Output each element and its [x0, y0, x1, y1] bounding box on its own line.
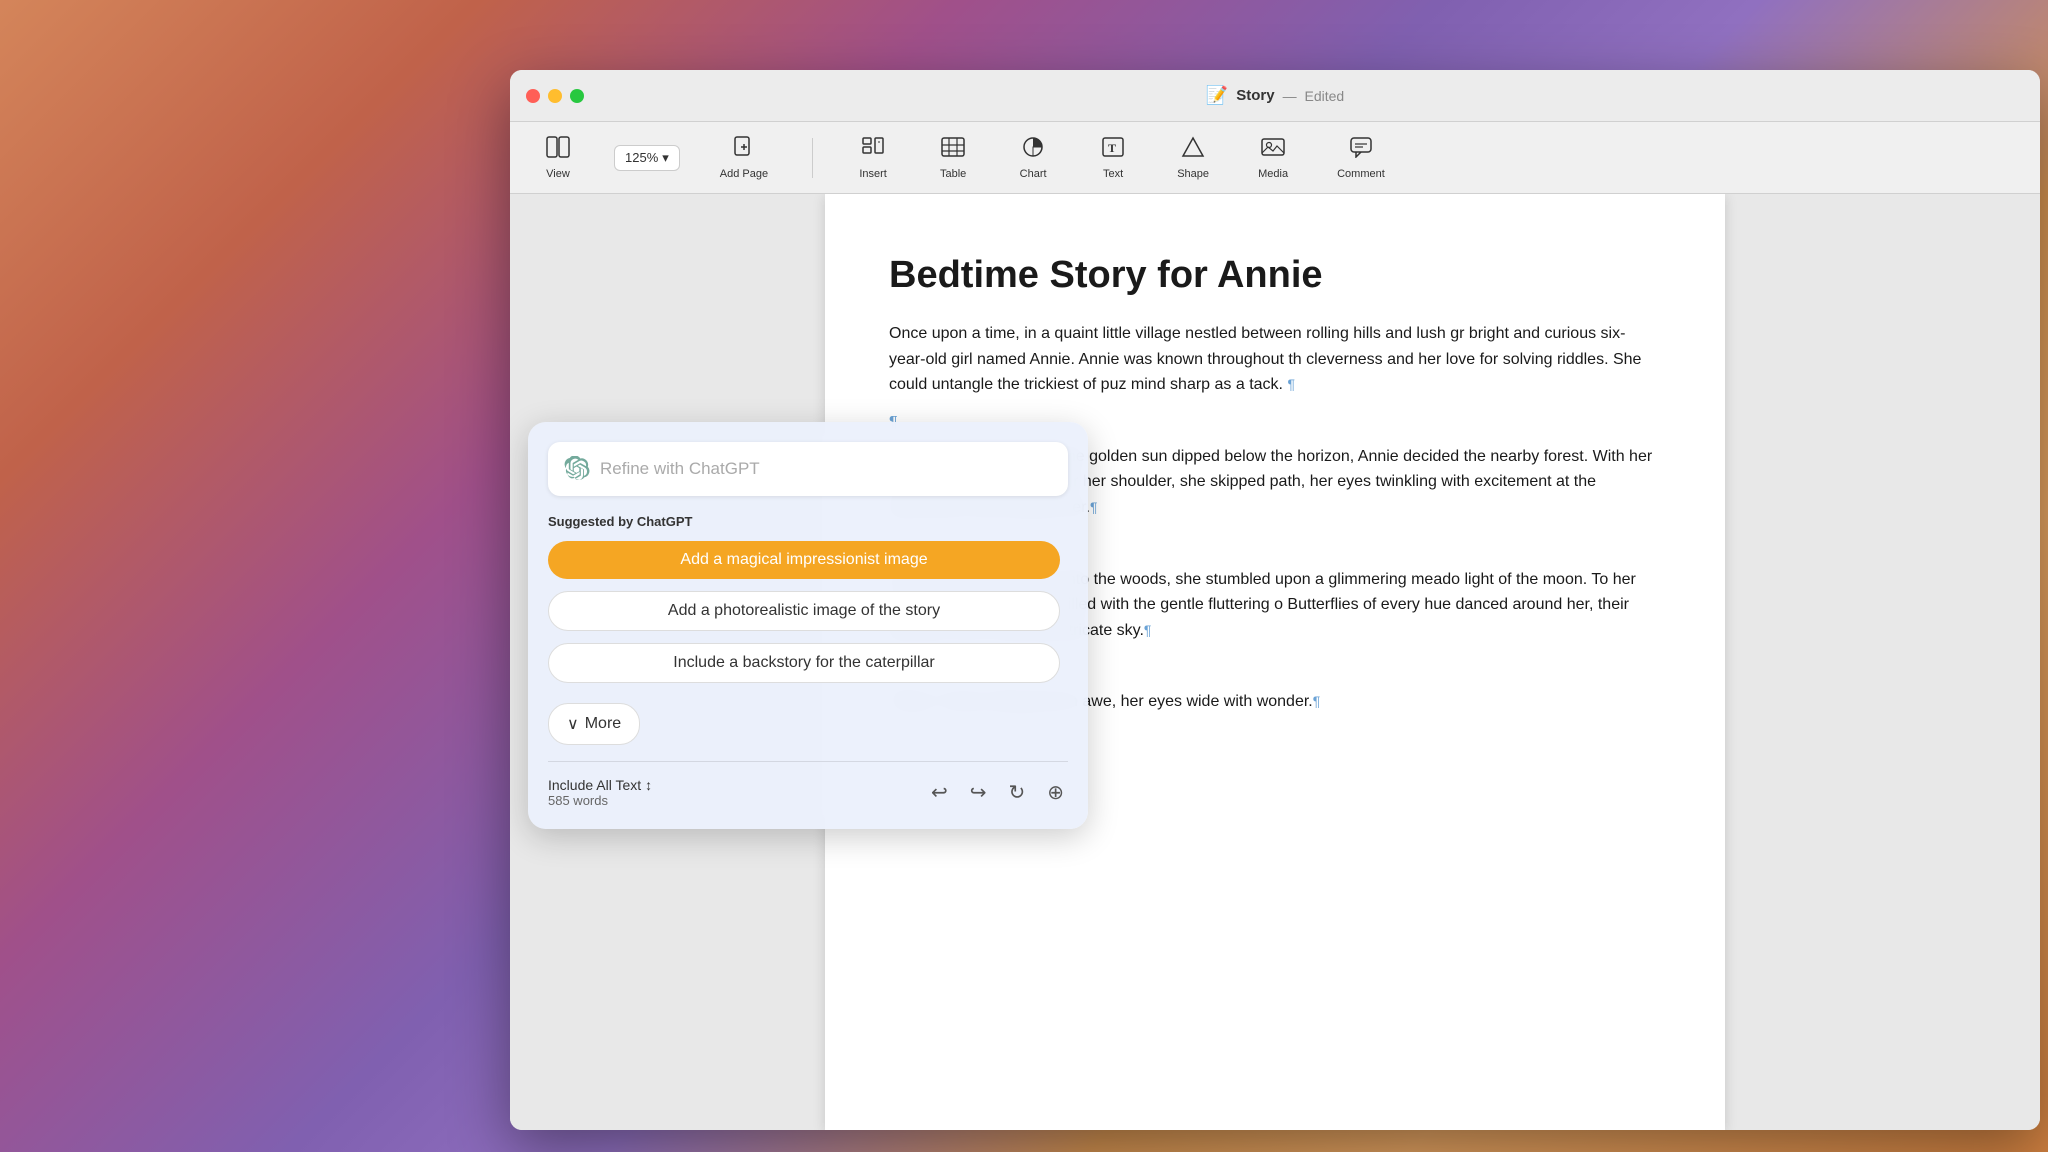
suggestions-container: Add a magical impressionist image Add a …	[548, 541, 1068, 693]
toolbar-insert[interactable]: Insert	[849, 130, 897, 186]
refresh-button[interactable]: ↻	[1004, 776, 1029, 809]
app-window: 📝 Story — Edited View 125	[510, 70, 2040, 1130]
chatgpt-panel: Refine with ChatGPT Suggested by ChatGPT…	[528, 422, 1088, 829]
suggestion-button-1[interactable]: Add a magical impressionist image	[548, 541, 1060, 579]
paragraph-1: Once upon a time, in a quaint little vil…	[889, 321, 1661, 398]
suggestion-button-3[interactable]: Include a backstory for the caterpillar	[548, 643, 1060, 683]
toolbar-table[interactable]: Table	[929, 130, 977, 186]
toolbar-comment-label: Comment	[1337, 168, 1385, 180]
chatgpt-input-placeholder[interactable]: Refine with ChatGPT	[600, 459, 1052, 479]
toolbar-insert-label: Insert	[859, 168, 887, 180]
include-chevron-icon: ↕	[645, 777, 652, 793]
add-page-icon	[733, 136, 755, 164]
toolbar-divider-1	[812, 138, 813, 178]
chart-icon	[1021, 136, 1045, 164]
toolbar-media-label: Media	[1258, 168, 1288, 180]
undo-button[interactable]: ↩	[927, 776, 952, 809]
footer-left: Include All Text ↕ 585 words	[548, 777, 652, 808]
toolbar-text-label: Text	[1103, 168, 1123, 180]
maximize-button[interactable]	[570, 89, 584, 103]
toolbar-chart-label: Chart	[1020, 168, 1047, 180]
comment-icon	[1349, 136, 1373, 164]
word-count: 585 words	[548, 793, 652, 808]
panel-footer: Include All Text ↕ 585 words ↩ ↪ ↻ ⊕	[548, 761, 1068, 809]
zoom-value: 125%	[625, 150, 658, 165]
toolbar-comment[interactable]: Comment	[1329, 130, 1393, 186]
paragraph-mark-4: ¶	[1313, 693, 1321, 709]
view-icon	[546, 136, 570, 164]
toolbar-shape[interactable]: Shape	[1169, 130, 1217, 186]
desktop: 📝 Story — Edited View 125	[0, 0, 2048, 1152]
redo-button[interactable]: ↪	[966, 776, 991, 809]
toolbar-text[interactable]: T Text	[1089, 130, 1137, 186]
zoom-chevron-icon: ▾	[662, 150, 669, 166]
table-icon	[941, 136, 965, 164]
paragraph-mark-1: ¶	[1287, 376, 1295, 392]
more-container: ∨ More	[548, 703, 1068, 745]
footer-actions: ↩ ↪ ↻ ⊕	[927, 776, 1068, 809]
chatgpt-logo-icon	[564, 456, 590, 482]
more-button[interactable]: ∨ More	[548, 703, 640, 745]
text-icon: T	[1101, 136, 1125, 164]
more-label: More	[585, 715, 621, 733]
toolbar: View 125% ▾ Add Page	[510, 122, 2040, 194]
toolbar-table-label: Table	[940, 168, 966, 180]
toolbar-zoom[interactable]: 125% ▾	[614, 145, 680, 171]
titlebar: 📝 Story — Edited	[510, 70, 2040, 122]
minimize-button[interactable]	[548, 89, 562, 103]
add-button[interactable]: ⊕	[1043, 776, 1068, 809]
paragraph-mark-2: ¶	[1090, 499, 1098, 515]
close-button[interactable]	[526, 89, 540, 103]
document-area[interactable]: Bedtime Story for Annie Once upon a time…	[510, 194, 2040, 1130]
document-icon: 📝	[1206, 85, 1228, 106]
more-chevron-icon: ∨	[567, 714, 579, 734]
toolbar-add-page-label: Add Page	[720, 168, 768, 180]
suggested-label: Suggested by ChatGPT	[548, 514, 1068, 529]
chatgpt-input-area[interactable]: Refine with ChatGPT	[548, 442, 1068, 496]
svg-text:T: T	[1108, 141, 1116, 155]
media-icon	[1261, 136, 1285, 164]
paragraph-mark-3: ¶	[1144, 622, 1152, 638]
window-controls	[526, 89, 584, 103]
window-title: Story	[1236, 87, 1274, 104]
shape-icon	[1181, 136, 1205, 164]
titlebar-center: 📝 Story — Edited	[1206, 85, 1344, 106]
toolbar-shape-label: Shape	[1177, 168, 1209, 180]
toolbar-add-page[interactable]: Add Page	[712, 130, 776, 186]
toolbar-view-label: View	[546, 168, 570, 180]
insert-icon	[861, 136, 885, 164]
toolbar-view[interactable]: View	[534, 130, 582, 186]
suggestion-button-2[interactable]: Add a photorealistic image of the story	[548, 591, 1060, 631]
toolbar-media[interactable]: Media	[1249, 130, 1297, 186]
window-subtitle: — Edited	[1283, 88, 1345, 104]
toolbar-chart[interactable]: Chart	[1009, 130, 1057, 186]
include-text[interactable]: Include All Text ↕	[548, 777, 652, 793]
document-title: Bedtime Story for Annie	[889, 254, 1661, 297]
